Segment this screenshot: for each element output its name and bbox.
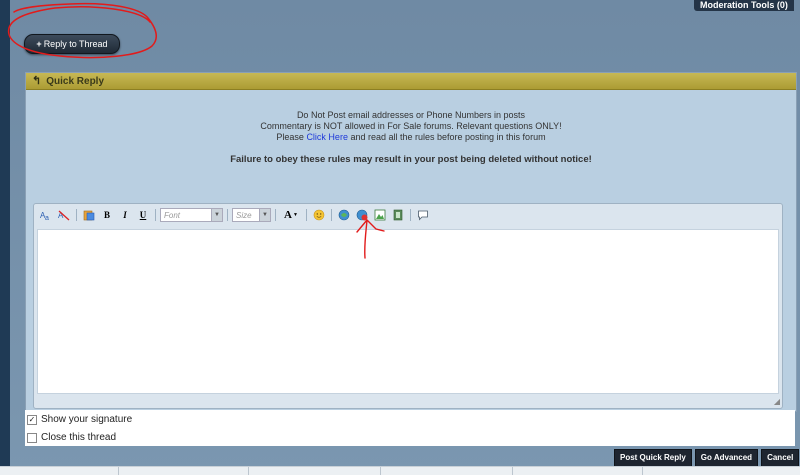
font-color-button[interactable]: A ▼ [280,207,302,223]
remove-link-icon[interactable] [354,207,370,223]
rule-line-2: Commentary is NOT allowed in For Sale fo… [260,121,562,131]
bold-icon[interactable]: B [99,207,115,223]
font-color-label: A [284,209,292,221]
font-select-label: Font [164,210,181,220]
show-signature-option[interactable]: ✓ Show your signature [27,414,132,425]
quick-reply-body: Do Not Post email addresses or Phone Num… [26,90,796,411]
close-thread-label: Close this thread [41,432,117,443]
quick-reply-panel: ↰ Quick Reply Do Not Post email addresses… [25,72,797,412]
insert-link-icon[interactable] [336,207,352,223]
insert-video-icon[interactable] [390,207,406,223]
reply-arrow-icon: ↰ [32,75,42,87]
message-textarea[interactable] [37,229,779,394]
rule-warning: Failure to obey these rules may result i… [230,154,592,165]
reply-options: ✓ Show your signature Close this thread [25,410,795,446]
toolbar-separator [306,209,307,221]
quick-reply-title: Quick Reply [46,76,105,87]
toolbar-separator [155,209,156,221]
svg-text:a: a [45,215,49,221]
quick-reply-header[interactable]: ↰ Quick Reply [26,73,796,90]
plus-icon: + [36,39,42,49]
toolbar-separator [275,209,276,221]
clear-format-icon[interactable]: A [56,207,72,223]
rule-line-3-post: and read all the rules before posting in… [347,132,546,142]
paste-icon[interactable] [81,207,97,223]
go-advanced-button[interactable]: Go Advanced [694,449,759,467]
italic-icon[interactable]: I [117,207,133,223]
chevron-down-icon: ▼ [293,212,298,218]
show-signature-checkbox[interactable]: ✓ [27,414,37,425]
reply-to-thread-button[interactable]: + Reply to Thread [24,34,120,54]
insert-image-icon[interactable] [372,207,388,223]
chevron-down-icon: ▼ [211,209,222,221]
reply-to-thread-label: Reply to Thread [43,39,108,49]
toolbar-separator [331,209,332,221]
remove-format-icon[interactable]: Aa [38,207,54,223]
show-signature-label: Show your signature [41,414,133,425]
toolbar-separator [410,209,411,221]
quote-icon[interactable] [415,207,431,223]
close-thread-option[interactable]: Close this thread [27,432,116,443]
underline-icon[interactable]: U [135,207,151,223]
chevron-down-icon: ▼ [259,209,270,221]
resize-handle-icon[interactable]: ◢ [774,397,780,406]
moderation-tools-button[interactable]: Moderation Tools (0) [694,0,794,11]
message-editor: Aa A B I U Font ▼ Size ▼ A ▼ ◢ [33,203,783,409]
action-buttons: Post Quick Reply Go Advanced Cancel [614,449,800,467]
rule-line-3: Please Click Here and read all the rules… [26,132,796,142]
rule-line-1: Do Not Post email addresses or Phone Num… [296,110,526,120]
left-rail [0,0,10,474]
smiley-icon[interactable] [311,207,327,223]
size-select-label: Size [236,210,252,220]
cancel-button[interactable]: Cancel [761,449,800,467]
editor-toolbar: Aa A B I U Font ▼ Size ▼ A ▼ [38,207,431,223]
rules-link[interactable]: Click Here [306,132,348,142]
font-select[interactable]: Font ▼ [160,208,223,222]
post-quick-reply-button[interactable]: Post Quick Reply [614,449,692,467]
toolbar-separator [227,209,228,221]
size-select[interactable]: Size ▼ [232,208,271,222]
rule-line-3-pre: Please [276,132,307,142]
close-thread-checkbox[interactable] [27,432,37,443]
toolbar-separator [76,209,77,221]
